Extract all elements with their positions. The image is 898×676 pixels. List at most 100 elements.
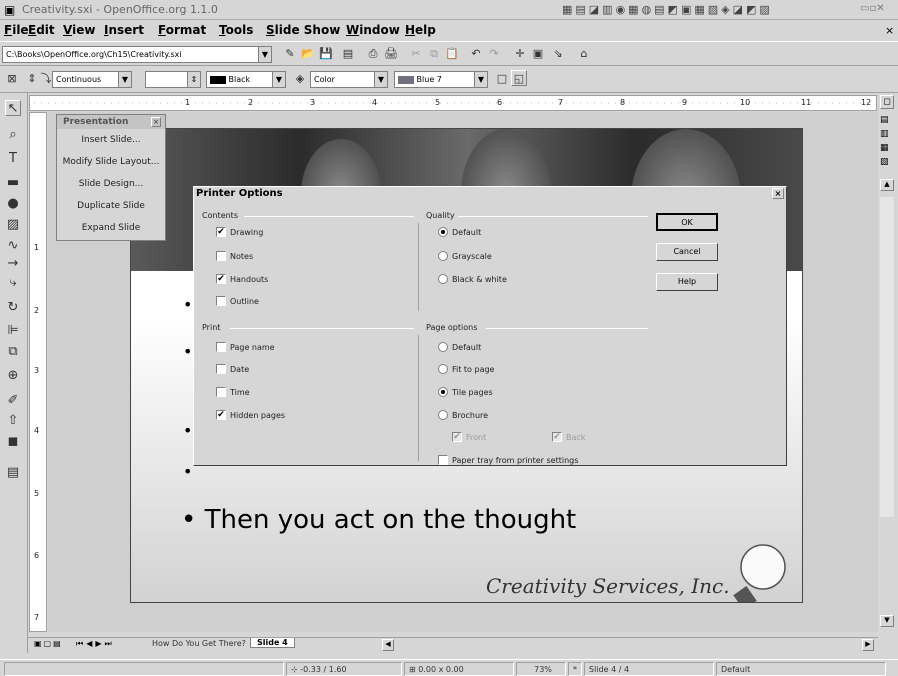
slide-footer[interactable]: Creativity Services, Inc.	[486, 574, 730, 598]
menu-insert[interactable]: Insert	[104, 23, 144, 37]
printer-icon[interactable]: 🖨	[383, 46, 399, 62]
scroll-up-icon[interactable]: ▲	[880, 179, 894, 191]
rotate-icon[interactable]: ↻	[5, 300, 21, 316]
ok-button[interactable]: OK	[656, 213, 718, 231]
open-icon[interactable]: 📂	[300, 46, 316, 62]
scroll-right-icon[interactable]: ▶	[862, 639, 874, 651]
shadow-icon[interactable]: □	[494, 71, 510, 87]
view-mode-icon[interactable]: ◻	[880, 95, 894, 109]
duplicate-slide-button[interactable]: Duplicate Slide	[57, 195, 165, 217]
handouts-checkbox[interactable]: ✔	[216, 274, 226, 284]
redo-icon[interactable]: ↷	[486, 46, 502, 62]
slide-show-icon[interactable]: ▤	[5, 465, 21, 481]
cut-icon[interactable]: ✂	[408, 46, 424, 62]
chevron-down-icon[interactable]: ▼	[474, 72, 487, 87]
undo-icon[interactable]: ↶	[468, 46, 484, 62]
interaction-icon[interactable]: ⇧	[5, 413, 21, 429]
layer-mode-icons[interactable]: ▣▢▤	[34, 639, 63, 648]
drawing-view-icon[interactable]: ▤	[880, 115, 889, 125]
notes-checkbox[interactable]	[216, 251, 226, 261]
tab-how-do-you-get-there[interactable]: How Do You Get There?	[152, 639, 246, 648]
status-zoom[interactable]: 73%	[516, 662, 566, 676]
area-color-combo[interactable]: Blue 7 ▼	[394, 71, 488, 88]
spin-icon[interactable]: ⇕	[187, 72, 200, 87]
time-checkbox[interactable]	[216, 387, 226, 397]
print-icon[interactable]: ⎙	[365, 46, 381, 62]
insert-slide-button[interactable]: Insert Slide...	[57, 129, 165, 151]
chevron-down-icon[interactable]: ▼	[118, 72, 131, 87]
paste-icon[interactable]: 📋	[444, 46, 460, 62]
chevron-down-icon[interactable]: ▼	[258, 47, 271, 62]
outline-view-icon[interactable]: ▥	[880, 129, 889, 139]
line-color-combo[interactable]: Black ▼	[206, 71, 286, 88]
area-style-combo[interactable]: Color ▼	[310, 71, 388, 88]
object-icon[interactable]: ◼	[5, 434, 21, 450]
vertical-scrollbar[interactable]: ◻ ▤ ▥ ▦ ▧ ▲ ▼	[878, 93, 898, 653]
close-document-icon[interactable]: ×	[885, 24, 894, 37]
slide-bullet-text[interactable]: • Then you act on the thought	[181, 505, 576, 535]
area-icon[interactable]: ◈	[292, 71, 308, 87]
menu-view[interactable]: View	[63, 23, 95, 37]
fit-to-page-radio[interactable]	[438, 364, 448, 374]
page-default-radio[interactable]	[438, 342, 448, 352]
stylist-icon[interactable]: ⇘	[550, 46, 566, 62]
menu-window[interactable]: Window	[346, 23, 400, 37]
zoom-icon[interactable]: ⌕	[5, 127, 21, 143]
presentation-panel-header[interactable]: Presentation ×	[57, 115, 165, 129]
chevron-down-icon[interactable]: ▼	[272, 72, 285, 87]
rectangle-icon[interactable]: ▬	[5, 175, 21, 191]
scroll-down-icon[interactable]: ▼	[880, 615, 894, 627]
export-pdf-icon[interactable]: ▤	[340, 46, 356, 62]
cancel-button[interactable]: Cancel	[656, 243, 718, 261]
tab-slide-4[interactable]: Slide 4	[250, 638, 295, 648]
menu-file[interactable]: File	[4, 23, 29, 37]
select-icon[interactable]: ↖	[5, 100, 21, 116]
save-icon[interactable]: 💾	[318, 46, 334, 62]
notes-view-icon[interactable]: ▧	[880, 157, 889, 167]
menu-edit[interactable]: Edit	[28, 23, 55, 37]
modify-slide-layout-button[interactable]: Modify Slide Layout...	[57, 151, 165, 173]
front-checkbox[interactable]: ✔	[452, 432, 462, 442]
dialog-title-bar[interactable]: Printer Options ×	[194, 187, 786, 200]
hidden-pages-checkbox[interactable]: ✔	[216, 410, 226, 420]
path-combo[interactable]: C:\Books\OpenOffice.org\Ch15\Creativity.…	[2, 46, 272, 63]
tile-pages-radio[interactable]	[438, 387, 448, 397]
transform-icon[interactable]: ◱	[511, 70, 527, 86]
menu-format[interactable]: Format	[158, 23, 206, 37]
menu-tools[interactable]: Tools	[219, 23, 253, 37]
outline-checkbox[interactable]	[216, 296, 226, 306]
align-icon[interactable]: ⊫	[5, 323, 21, 339]
3d-object-icon[interactable]: ▨	[5, 217, 21, 233]
expand-slide-button[interactable]: Expand Slide	[57, 217, 165, 239]
close-icon[interactable]: ×	[772, 188, 784, 199]
brochure-radio[interactable]	[438, 410, 448, 420]
drawing-checkbox[interactable]: ✔	[216, 227, 226, 237]
copy-icon[interactable]: ⧉	[426, 46, 442, 62]
line-style-icon[interactable]: ⊠	[4, 71, 20, 87]
arrange-icon[interactable]: ⧉	[5, 344, 21, 360]
insert-icon[interactable]: ⊕	[5, 368, 21, 384]
help-button[interactable]: Help	[656, 273, 718, 291]
back-checkbox[interactable]: ✔	[552, 432, 562, 442]
quality-default-radio[interactable]	[438, 227, 448, 237]
line-width-spin[interactable]: ⇕	[145, 71, 201, 88]
connector-icon[interactable]: ⤷	[5, 275, 21, 291]
paper-tray-checkbox[interactable]	[438, 455, 448, 465]
slide-design-button[interactable]: Slide Design...	[57, 173, 165, 195]
date-checkbox[interactable]	[216, 364, 226, 374]
tab-nav-arrows[interactable]: ⏮◀▶⏭	[76, 639, 115, 649]
grayscale-radio[interactable]	[438, 251, 448, 261]
show-draw-icon[interactable]: ⌂	[576, 46, 592, 62]
menu-slide-show[interactable]: Slide Show	[266, 23, 340, 37]
close-icon[interactable]: ×	[151, 117, 161, 127]
line-style-combo[interactable]: Continuous ▼	[52, 71, 132, 88]
black-white-radio[interactable]	[438, 274, 448, 284]
effects-icon[interactable]: ✐	[5, 393, 21, 409]
chevron-down-icon[interactable]: ▼	[374, 72, 387, 87]
ellipse-icon[interactable]: ●	[5, 196, 21, 212]
text-icon[interactable]: T	[5, 151, 21, 167]
scroll-track[interactable]	[880, 197, 894, 517]
navigator-icon[interactable]: ✛	[512, 46, 528, 62]
page-name-checkbox[interactable]	[216, 342, 226, 352]
scroll-left-icon[interactable]: ◀	[382, 639, 394, 651]
